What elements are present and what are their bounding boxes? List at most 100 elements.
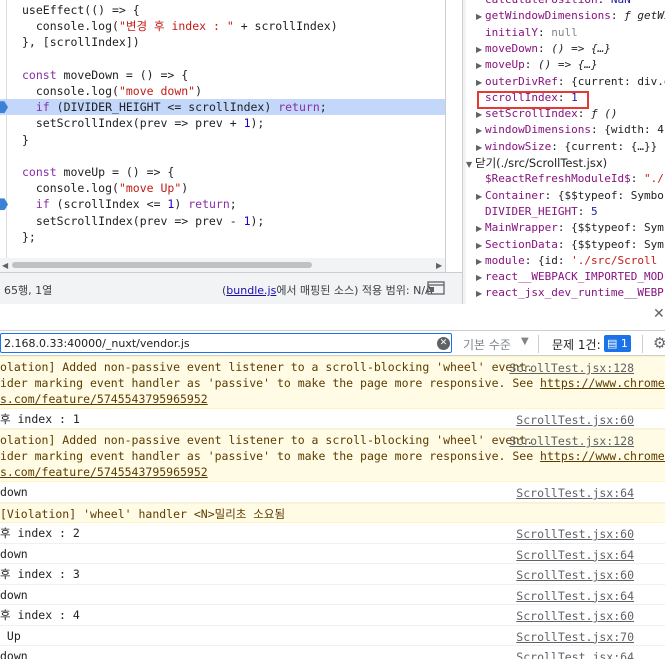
expand-right-icon[interactable]: ▶ [476,238,485,254]
code-line[interactable]: } [0,132,445,148]
expand-right-icon[interactable]: ▶ [476,107,485,123]
source-location-link[interactable]: ScrollTest.jsx:64 [516,588,634,604]
scroll-right-icon[interactable]: ▶ [436,261,442,270]
source-location-link[interactable]: ScrollTest.jsx:128 [509,360,634,376]
docs-link[interactable]: https://www.chromes [540,449,665,463]
code-line[interactable]: const moveUp = () => { [0,164,445,180]
scope-variable-row[interactable]: ▶ SectionData: {$$typeof: Sym [476,237,665,253]
scroll-index-highlight-box [477,91,589,109]
scope-variable-row[interactable]: ▶ react_jsx_dev_runtime__WEBP [476,285,665,300]
console-line: ider marking event handler as 'passive' … [0,448,665,464]
source-location-link[interactable]: ScrollTest.jsx:60 [516,526,634,542]
code-line[interactable] [0,51,445,67]
scope-variable-value: : [598,0,611,6]
expand-right-icon[interactable]: ▶ [476,9,485,25]
docs-link[interactable]: https://www.chromes [540,376,665,390]
breakpoint-marker[interactable] [0,101,8,114]
code-line[interactable]: setScrollIndex(prev => prev - 1); [0,213,445,229]
code-line[interactable]: console.log("move down") [0,83,445,99]
source-editor[interactable]: useEffect(() => { console.log("변경 후 inde… [0,0,446,272]
expand-right-icon[interactable]: ▶ [476,254,485,270]
code-line[interactable]: if (DIVIDER_HEIGHT <= scrollIndex) retur… [0,99,445,116]
scope-variable-row[interactable]: DIVIDER_HEIGHT: 5 [476,204,665,220]
expand-right-icon[interactable]: ▶ [476,75,485,91]
console-message: down ScrollTest.jsx:64 [0,646,665,659]
console-line: 후 index : 2 [0,525,80,541]
code-line[interactable]: }, [scrollIndex]) [0,34,445,50]
scope-variable-row[interactable]: ▶getWindowDimensions: ƒ getWi [476,8,665,24]
scroll-left-icon[interactable]: ◀ [2,261,8,270]
scope-variable-name: Container [485,188,545,202]
expand-right-icon[interactable]: ▶ [476,58,485,74]
expand-down-icon[interactable]: ▼ [466,157,475,173]
console-message: 후 index : 1 ScrollTest.jsx:60 [0,409,665,430]
source-location-link[interactable]: ScrollTest.jsx:64 [516,649,634,659]
issues-button[interactable]: 문제 1건: [552,336,601,353]
chevron-down-icon[interactable]: ▼ [521,336,529,347]
source-location-link[interactable]: ScrollTest.jsx:70 [516,629,634,645]
scope-variable-name: getWindowDimensions [485,9,611,23]
scope-variable-row[interactable]: ▶ moveDown: () => {…} [476,41,665,57]
code-line[interactable]: const moveDown = () => { [0,67,445,83]
scope-variable-row[interactable]: ▶ MainWrapper: {$$typeof: Sym [476,220,665,236]
console-message: 후 index : 3 ScrollTest.jsx:60 [0,564,665,585]
source-location-link[interactable]: ScrollTest.jsx:60 [516,608,634,624]
bundle-link[interactable]: bundle.js [226,284,276,297]
code-line[interactable] [0,148,445,164]
console-filter-input[interactable] [0,333,452,353]
expand-right-icon[interactable]: ▶ [476,140,485,156]
expand-right-icon[interactable]: ▶ [476,42,485,58]
code-line[interactable]: console.log("move Up") [0,180,445,196]
scope-variable-value: : [630,172,644,186]
issues-count-badge[interactable]: ▤ 1 [604,335,631,352]
code-line[interactable]: setScrollIndex(prev => prev + 1); [0,115,445,131]
console-line: down [0,587,28,603]
code-token: moveDown = () => { [56,67,189,82]
code-line[interactable]: useEffect(() => { [0,2,445,18]
scope-variable-row[interactable]: ▶ module: {id: './src/Scroll [476,253,665,269]
breakpoint-marker[interactable] [0,198,8,211]
scope-variable-row[interactable]: ▶ moveUp: () => {…} [476,57,665,73]
expand-right-icon[interactable]: ▶ [476,189,485,205]
scope-variable-name: outerDivRef [485,74,558,88]
scope-variable-row[interactable]: initialY: null [476,25,665,41]
scope-variable-name: moveUp [485,58,525,72]
console-line: 후 index : 3 [0,566,80,582]
code-line[interactable]: if (scrollIndex <= 1) return; [0,196,445,212]
source-location-link[interactable]: ScrollTest.jsx:64 [516,485,634,501]
scrollbar-thumb[interactable] [12,262,312,268]
console-message-text: 후 index : 3 [0,566,80,582]
scope-variable-row[interactable]: ▶ react__WEBPACK_IMPORTED_MOD [476,269,665,285]
code-line[interactable]: console.log("변경 후 index : " + scrollInde… [0,18,445,34]
source-location-link[interactable]: ScrollTest.jsx:60 [516,567,634,583]
scope-variable-row[interactable]: ▶ windowSize: {current: {…}} [476,139,665,155]
code-token: ; [229,197,237,212]
source-location-link[interactable]: ScrollTest.jsx:128 [509,433,634,449]
code-line[interactable]: }; [0,229,445,245]
scope-variable-row[interactable]: ▶ outerDivRef: {current: div.o [476,74,665,90]
console-line-text[interactable]: s.com/feature/5745543795965952 [0,465,208,479]
scope-variable-row[interactable]: ▶ Container: {$$typeof: Symbo [476,188,665,204]
coverage-panel-icon[interactable] [427,281,445,295]
source-location-link[interactable]: ScrollTest.jsx:60 [516,412,634,428]
expand-right-icon[interactable]: ▶ [476,221,485,237]
expand-right-icon[interactable]: ▶ [476,270,485,286]
console-message-text: down [0,546,28,562]
source-location-link[interactable]: ScrollTest.jsx:64 [516,547,634,563]
expand-right-icon[interactable]: ▶ [476,286,485,300]
scope-variable-row[interactable]: ▼ 닫기(./src/ScrollTest.jsx) [466,155,665,171]
code-token: }, [scrollIndex]) [22,35,140,50]
scope-variable-row[interactable]: $ReactRefreshModuleId$: "./s [476,171,665,187]
close-icon[interactable]: ✕ [653,306,665,322]
scope-variable-row[interactable]: calculatePosition: NaN [476,0,665,8]
editor-horizontal-scrollbar[interactable]: ◀ ▶ [0,258,445,272]
gear-icon[interactable]: ⚙ [653,334,665,352]
clear-filter-icon[interactable]: ✕ [437,337,450,350]
console-line-text[interactable]: s.com/feature/5745543795965952 [0,392,208,406]
scope-variable-row[interactable]: ▶ windowDimensions: {width: 4 [476,122,665,138]
code-token: "변경 후 index : " [118,19,234,34]
log-levels-dropdown[interactable]: 기본 수준 [463,336,511,353]
expand-right-icon[interactable]: ▶ [476,123,485,139]
console-line: 후 index : 4 [0,607,80,623]
